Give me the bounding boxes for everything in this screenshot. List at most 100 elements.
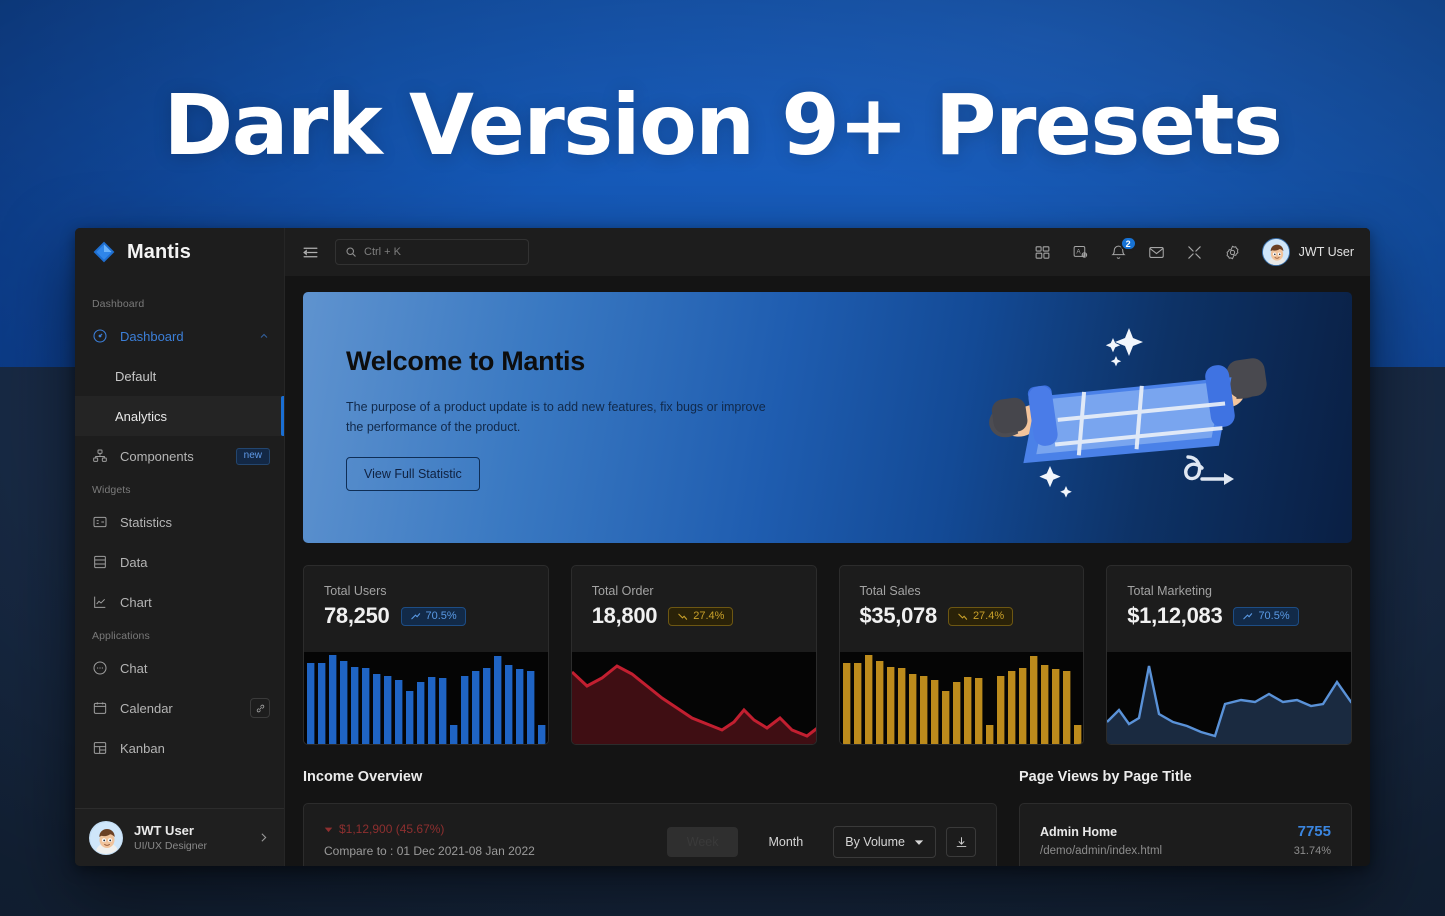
chevron-right-icon	[261, 833, 267, 842]
data-icon	[94, 555, 106, 569]
caret-down-icon	[324, 827, 333, 832]
fullscreen-icon[interactable]	[1182, 239, 1208, 265]
mail-icon[interactable]	[1144, 239, 1170, 265]
download-button[interactable]	[946, 827, 976, 857]
status-badge: 70.5%	[400, 606, 466, 626]
search-input[interactable]: Ctrl + K	[335, 239, 529, 265]
profile-chip[interactable]: JWT User	[1261, 238, 1354, 266]
sidebar-item-chart[interactable]: Chart	[75, 582, 284, 622]
avatar	[1261, 238, 1290, 266]
stat-value: 18,800	[591, 603, 658, 628]
sidebar-item-label: Chat	[120, 660, 148, 676]
metric-select[interactable]: By Volume	[833, 826, 936, 858]
stat-value-row: $35,078 27.4%	[840, 598, 1084, 629]
page-views-item-metrics: 7755 31.74%	[1294, 822, 1331, 860]
brand[interactable]: Mantis	[75, 228, 284, 276]
trend-down-icon	[678, 613, 688, 620]
status-badge: new	[235, 447, 270, 465]
stat-label: Total Marketing	[1127, 584, 1213, 598]
sidebar-user-name: JWT User	[134, 822, 194, 838]
apps-grid-icon[interactable]	[1030, 239, 1056, 265]
stat-value: $35,078	[859, 603, 938, 628]
svg-text:A: A	[1077, 248, 1082, 255]
search-placeholder: Ctrl + K	[364, 246, 401, 258]
menu-toggle-icon[interactable]	[297, 239, 323, 265]
sidebar-item-calendar[interactable]: Calendar	[75, 688, 284, 728]
bell-icon[interactable]: 2	[1106, 236, 1137, 265]
profile-name: JWT User	[1298, 245, 1354, 259]
gear-icon[interactable]	[1220, 239, 1246, 265]
sidebar-item-label: Components	[120, 448, 194, 464]
stat-delta: 27.4%	[972, 609, 1005, 622]
sidebar-item-data[interactable]: Data	[75, 542, 284, 582]
avatar-illustration-icon	[1262, 239, 1289, 265]
components-icon	[93, 449, 107, 462]
status-badge: 70.5%	[1233, 606, 1299, 626]
sidebar-item-dashboard[interactable]: Dashboard	[75, 316, 284, 356]
main-area: Ctrl + K A 2 JWT User Welcome to Mantis …	[285, 228, 1370, 866]
sidebar-item-statistics[interactable]: Statistics	[75, 502, 284, 542]
link-icon	[250, 698, 270, 718]
sidebar-nav: Dashboard Dashboard Default Analytics Co…	[75, 276, 284, 808]
stat-value-row: 18,800 27.4%	[572, 598, 816, 629]
income-delta: $1,12,900 (45.67%)	[324, 822, 667, 836]
translate-icon[interactable]: A	[1068, 239, 1094, 265]
status-badge: 27.4%	[668, 606, 734, 626]
chart-icon	[94, 596, 106, 608]
nav-caption-applications: Applications	[92, 630, 150, 642]
income-controls: Week Month By Volume	[666, 826, 976, 858]
sidebar-subitem-default-wrap: Default	[75, 356, 284, 396]
page-views-item-count: 7755	[1297, 823, 1331, 840]
sparkline-bar-chart	[839, 652, 1084, 744]
sidebar-item-chat[interactable]: Chat	[75, 648, 284, 688]
income-summary: $1,12,900 (45.67%) Compare to : 01 Dec 2…	[324, 822, 667, 858]
page-views-title: Page Views by Page Title	[1019, 769, 1192, 785]
income-overview-column: Income Overview $1,12,900 (45.67%) Compa…	[303, 769, 997, 866]
dashboard-content: Welcome to Mantis The purpose of a produ…	[285, 276, 1370, 866]
stat-value-row: $1,12,083 70.5%	[1107, 598, 1351, 629]
sidebar-user-card[interactable]: JWT User UI/UX Designer	[75, 808, 284, 866]
sidebar-subitem-analytics-wrap: Analytics	[75, 396, 284, 436]
diamond-logo-icon	[93, 241, 115, 263]
view-full-statistic-button[interactable]: View Full Statistic	[346, 457, 480, 491]
sidebar: Mantis Dashboard Dashboard Default Analy…	[75, 228, 285, 866]
page-views-item-percent: 31.74%	[1293, 845, 1331, 857]
stat-cards-row: Total Users 78,250 70.5% Total Order 18,…	[303, 565, 1352, 745]
page-views-column: Page Views by Page Title Admin Home /dem…	[1019, 769, 1352, 866]
sidebar-item-label: Kanban	[120, 740, 165, 756]
topbar: Ctrl + K A 2 JWT User	[285, 228, 1370, 276]
page-title: Welcome to Mantis	[346, 346, 585, 376]
brand-name: Mantis	[127, 240, 191, 263]
stat-card-total-sales: Total Sales $35,078 27.4%	[838, 565, 1085, 745]
stat-card-total-marketing: Total Marketing $1,12,083 70.5%	[1106, 565, 1352, 745]
nav-caption-widgets: Widgets	[92, 484, 131, 496]
range-button-month[interactable]: Month	[748, 827, 823, 857]
dashboard-window: Mantis Dashboard Dashboard Default Analy…	[75, 228, 1370, 866]
sidebar-item-label: Data	[120, 554, 148, 570]
chevron-up-icon	[260, 333, 268, 338]
sidebar-subitem-label: Default	[115, 368, 157, 384]
stat-delta: 70.5%	[1258, 609, 1290, 622]
sidebar-subitem-default[interactable]: Default	[75, 356, 284, 396]
nav-caption-dashboard: Dashboard	[92, 298, 145, 310]
sidebar-subitem-label: Analytics	[115, 408, 168, 424]
page-views-item-info: Admin Home /demo/admin/index.html	[1040, 822, 1294, 860]
search-icon	[346, 247, 356, 257]
stat-value: $1,12,083	[1127, 603, 1223, 628]
kanban-icon	[93, 742, 107, 754]
sidebar-item-label: Dashboard	[120, 328, 184, 344]
bottom-row: Income Overview $1,12,900 (45.67%) Compa…	[303, 769, 1352, 866]
sidebar-item-kanban[interactable]: Kanban	[75, 728, 284, 768]
range-button-week[interactable]: Week	[666, 827, 739, 857]
sidebar-user-meta: JWT User UI/UX Designer	[134, 823, 246, 853]
page-views-panel: Admin Home /demo/admin/index.html 7755 3…	[1019, 803, 1352, 866]
download-icon	[956, 836, 966, 847]
sidebar-item-components[interactable]: Components new	[75, 436, 284, 476]
avatar-illustration-icon	[90, 821, 122, 854]
income-overview-title: Income Overview	[303, 769, 423, 785]
page-views-item-title: Admin Home	[1040, 825, 1118, 839]
sidebar-subitem-analytics[interactable]: Analytics	[75, 396, 284, 436]
list-item[interactable]: Admin Home /demo/admin/index.html 7755 3…	[1040, 822, 1331, 860]
trend-up-icon	[410, 612, 420, 619]
trend-up-icon	[1243, 612, 1253, 619]
